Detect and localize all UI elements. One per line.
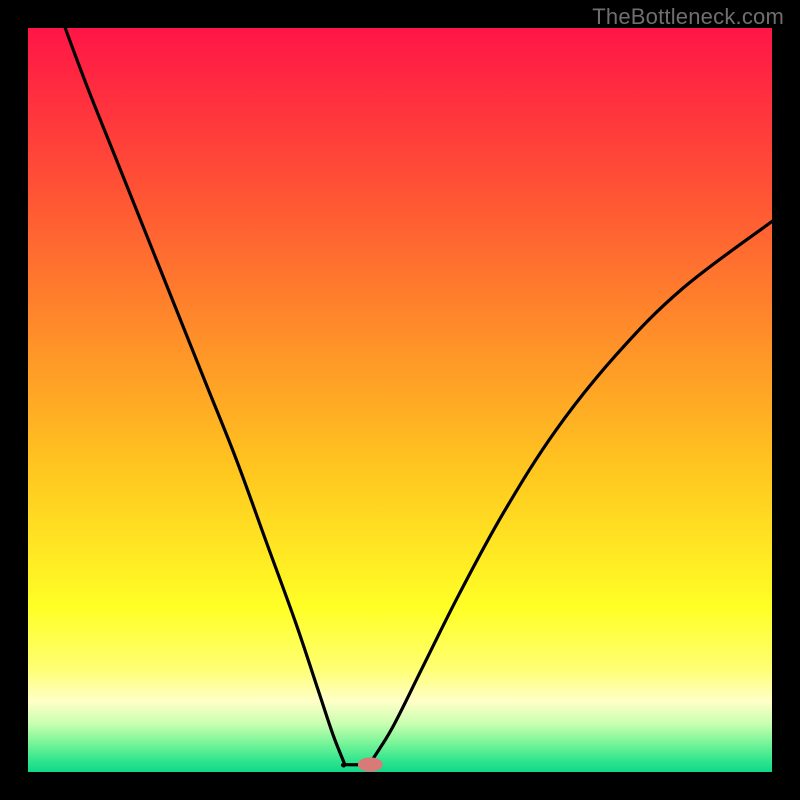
chart-frame: TheBottleneck.com — [0, 0, 800, 800]
minimum-marker — [358, 758, 382, 771]
chart-svg — [28, 28, 772, 772]
plot-area — [28, 28, 772, 772]
gradient-background — [28, 28, 772, 772]
attribution-text: TheBottleneck.com — [592, 4, 784, 30]
